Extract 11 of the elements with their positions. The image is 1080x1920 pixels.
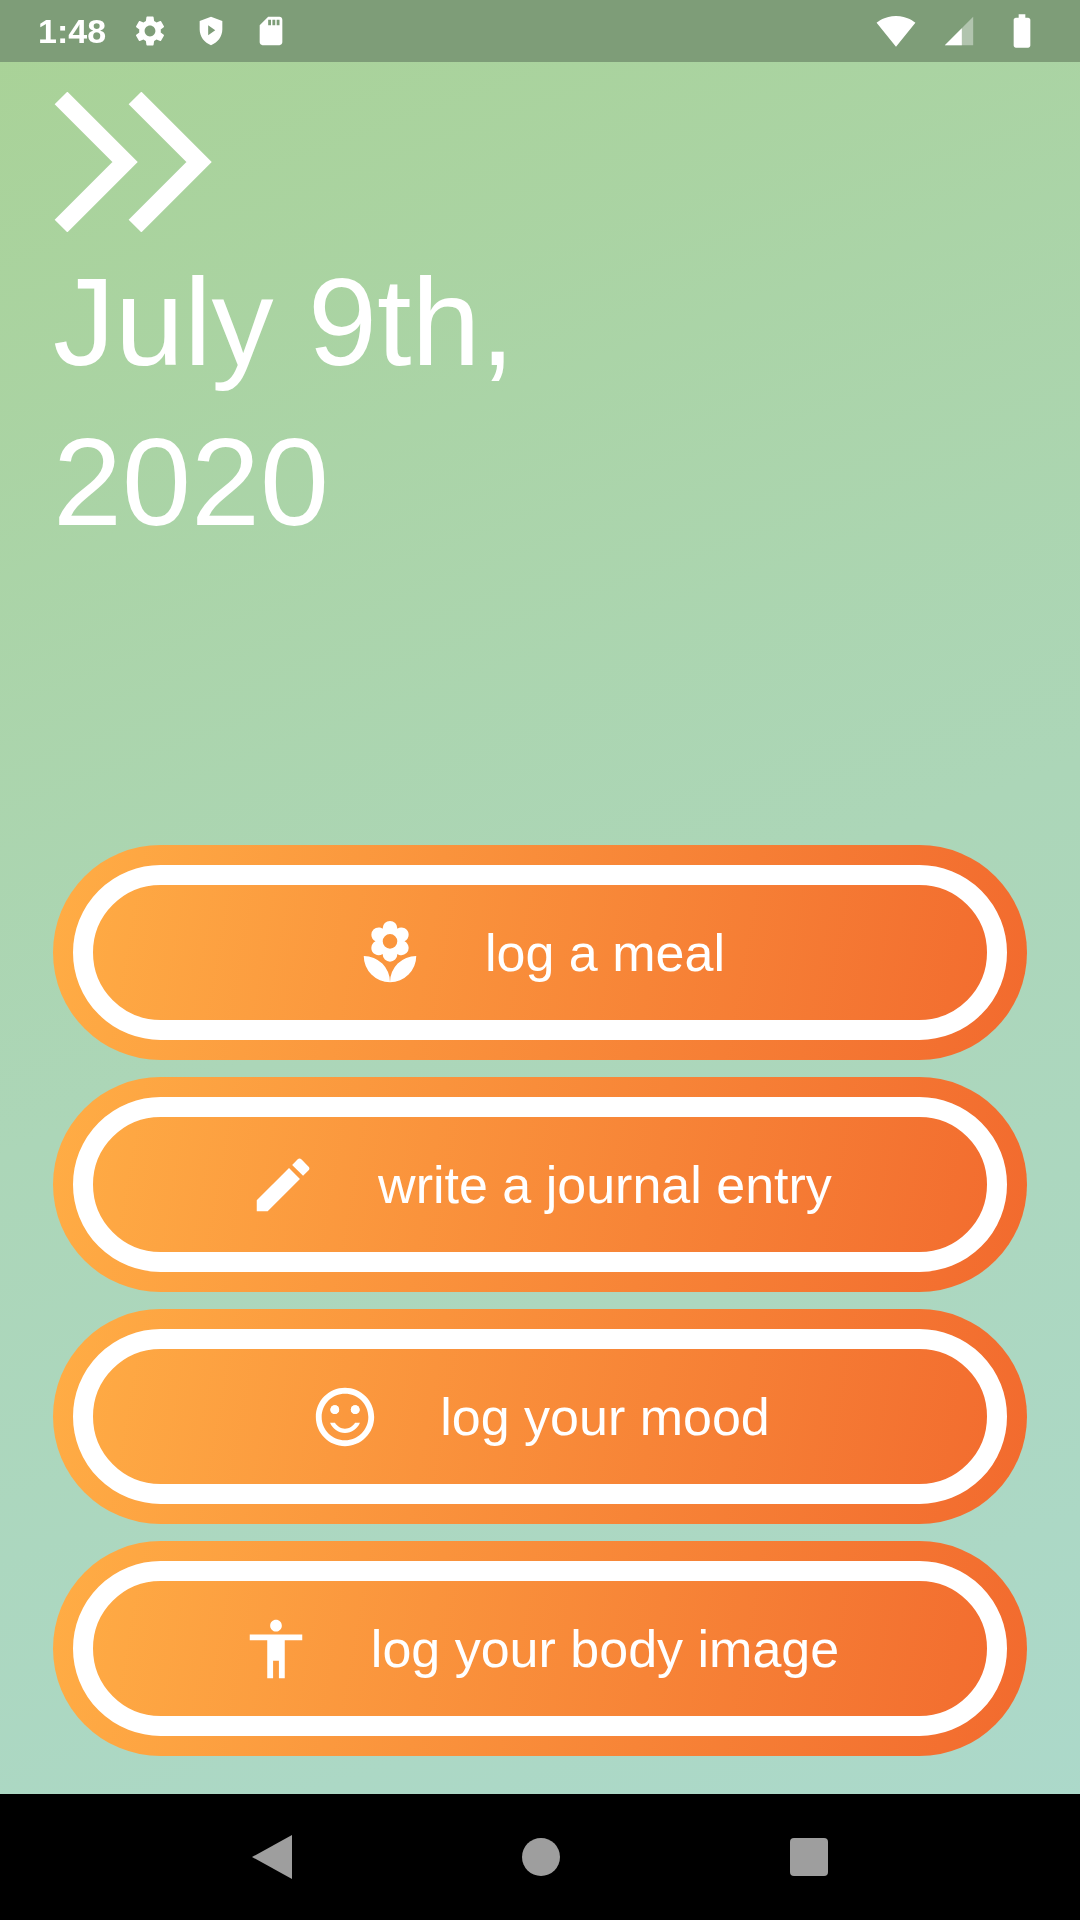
home-icon[interactable] [522, 1838, 560, 1876]
action-button[interactable]: log your mood [53, 1309, 1027, 1524]
date-title: July 9th, [53, 252, 516, 393]
double-chevron-icon [53, 92, 213, 232]
signal-icon [942, 14, 976, 48]
date-year: 2020 [53, 412, 330, 553]
action-button[interactable]: log a meal [53, 845, 1027, 1060]
action-button[interactable]: write a journal entry [53, 1077, 1027, 1292]
status-time: 1:48 [38, 10, 107, 52]
back-icon[interactable] [252, 1835, 292, 1879]
action-button[interactable]: log your body image [53, 1541, 1027, 1756]
